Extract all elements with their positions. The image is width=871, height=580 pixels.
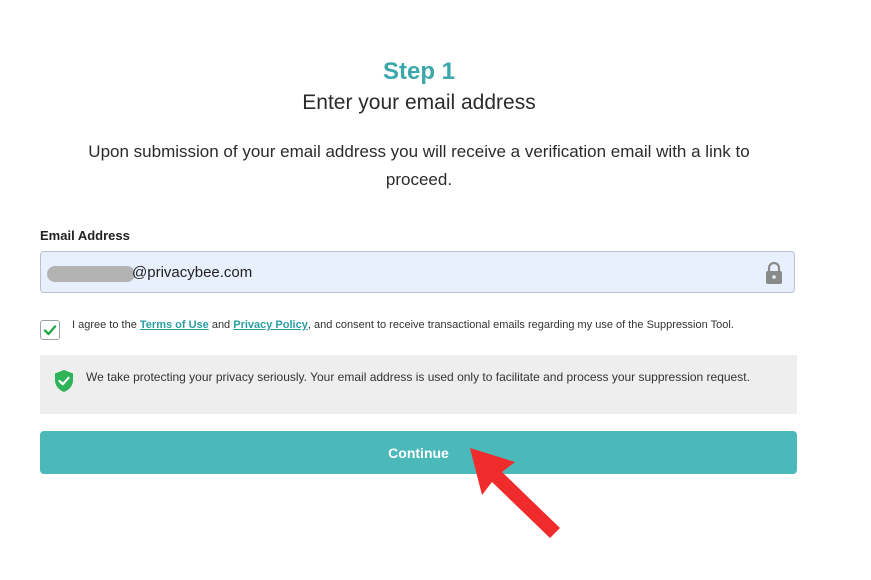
shield-check-icon bbox=[54, 369, 74, 393]
email-field-label: Email Address bbox=[40, 228, 130, 243]
redacted-email-username bbox=[47, 266, 135, 282]
intro-text: Upon submission of your email address yo… bbox=[88, 142, 750, 189]
lock-icon bbox=[764, 261, 784, 285]
step-title: Step 1 bbox=[382, 58, 456, 85]
continue-button[interactable]: Continue bbox=[40, 431, 797, 474]
consent-and: and bbox=[208, 319, 234, 331]
checkmark-icon bbox=[43, 325, 57, 336]
consent-checkbox[interactable] bbox=[40, 320, 60, 340]
email-field[interactable]: @privacybee.com bbox=[40, 251, 795, 293]
consent-prefix: I agree to the bbox=[72, 319, 140, 331]
privacy-notice-text: We take protecting your privacy seriousl… bbox=[86, 370, 750, 384]
privacy-policy-link[interactable]: Privacy Policy bbox=[233, 319, 308, 331]
email-field-value: @privacybee.com bbox=[132, 264, 253, 281]
privacy-notice: We take protecting your privacy seriousl… bbox=[40, 355, 797, 414]
consent-row: I agree to the Terms of Use and Privacy … bbox=[40, 316, 800, 344]
consent-suffix: , and consent to receive transactional e… bbox=[307, 319, 734, 331]
red-pointer-arrow-icon bbox=[470, 448, 560, 538]
step-1-email-page: Step 1 Enter your email address Upon sub… bbox=[0, 0, 871, 580]
consent-text: I agree to the Terms of Use and Privacy … bbox=[72, 319, 734, 331]
page-subtitle: Enter your email address bbox=[302, 91, 536, 114]
terms-of-use-link[interactable]: Terms of Use bbox=[140, 319, 209, 331]
